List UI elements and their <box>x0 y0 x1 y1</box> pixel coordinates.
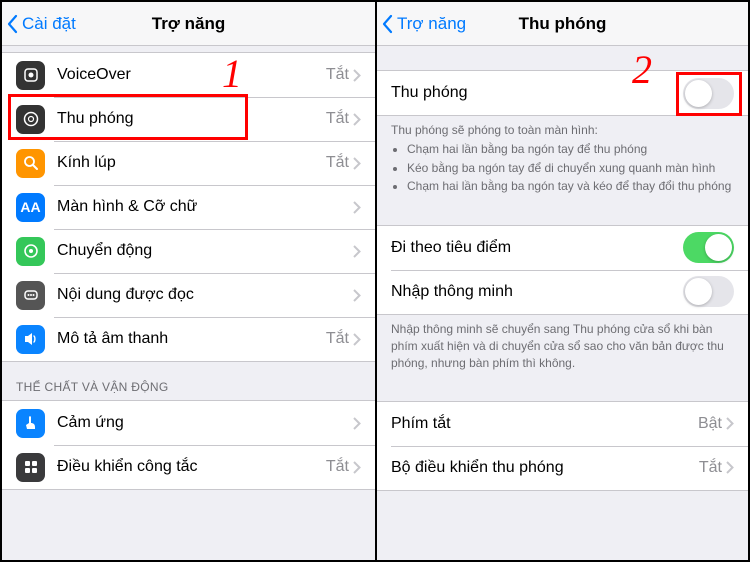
row-label: Chuyển động <box>57 242 353 260</box>
panel-zoom: Trợ năng Thu phóng Thu phóng Thu phóng s… <box>375 2 748 560</box>
row-label: Đi theo tiêu điểm <box>391 239 683 257</box>
back-label: Cài đặt <box>22 14 76 34</box>
section-footer: Thu phóng sẽ phóng to toàn màn hình: Chạ… <box>377 116 748 201</box>
row-label: Thu phóng <box>391 84 683 102</box>
row-label: Cảm ứng <box>57 414 353 432</box>
row-label: Điều khiển công tắc <box>57 458 326 476</box>
row-smart-typing[interactable]: Nhập thông minh <box>377 270 748 314</box>
footer-bullet: Chạm hai lần bằng ba ngón tay và kéo để … <box>407 178 734 195</box>
row-switch-control[interactable]: Điều khiển công tắc Tắt <box>2 445 375 489</box>
row-zoom-toggle[interactable]: Thu phóng <box>377 71 748 115</box>
magnifier-icon <box>16 149 45 178</box>
row-value: Tắt <box>699 459 722 477</box>
row-value: Tắt <box>326 110 349 128</box>
row-spoken-content[interactable]: Nội dung được đọc <box>2 273 375 317</box>
row-value: Tắt <box>326 154 349 172</box>
section-header: THỂ CHẤT VÀ VẬN ĐỘNG <box>2 362 375 400</box>
spoken-content-icon <box>16 281 45 310</box>
footer-bullet: Kéo bằng ba ngón tay để di chuyển xung q… <box>407 160 734 177</box>
row-zoom[interactable]: Thu phóng Tắt <box>2 97 375 141</box>
row-label: Kính lúp <box>57 154 326 172</box>
header: Trợ năng Thu phóng <box>377 2 748 46</box>
chevron-right-icon <box>353 289 361 302</box>
footer-head: Thu phóng sẽ phóng to toàn màn hình: <box>391 122 734 139</box>
row-label: Mô tả âm thanh <box>57 330 326 348</box>
voiceover-icon <box>16 61 45 90</box>
row-label: Bộ điều khiển thu phóng <box>391 459 699 477</box>
chevron-right-icon <box>353 417 361 430</box>
row-zoom-controller[interactable]: Bộ điều khiển thu phóng Tắt <box>377 446 748 490</box>
back-button[interactable]: Trợ năng <box>377 14 466 34</box>
chevron-right-icon <box>353 201 361 214</box>
row-magnifier[interactable]: Kính lúp Tắt <box>2 141 375 185</box>
row-value: Tắt <box>326 330 349 348</box>
motion-icon <box>16 237 45 266</box>
follow-focus-toggle[interactable] <box>683 232 734 263</box>
row-voiceover[interactable]: VoiceOver Tắt <box>2 53 375 97</box>
row-label: Thu phóng <box>57 110 326 128</box>
section-footer: Nhập thông minh sẽ chuyển sang Thu phóng… <box>377 315 748 377</box>
row-audio-desc[interactable]: Mô tả âm thanh Tắt <box>2 317 375 361</box>
smart-typing-toggle[interactable] <box>683 276 734 307</box>
row-label: Phím tắt <box>391 415 698 433</box>
back-label: Trợ năng <box>397 14 466 34</box>
chevron-right-icon <box>353 333 361 346</box>
chevron-right-icon <box>353 461 361 474</box>
chevron-right-icon <box>353 245 361 258</box>
row-follow-focus[interactable]: Đi theo tiêu điểm <box>377 226 748 270</box>
row-label: Màn hình & Cỡ chữ <box>57 198 353 216</box>
row-motion[interactable]: Chuyển động <box>2 229 375 273</box>
switch-control-icon <box>16 453 45 482</box>
display-text-icon: AA <box>16 193 45 222</box>
row-label: VoiceOver <box>57 66 326 84</box>
chevron-right-icon <box>353 157 361 170</box>
audio-desc-icon <box>16 325 45 354</box>
row-label: Nhập thông minh <box>391 283 683 301</box>
row-display-text[interactable]: AA Màn hình & Cỡ chữ <box>2 185 375 229</box>
row-value: Bật <box>698 415 722 433</box>
chevron-right-icon <box>353 113 361 126</box>
zoom-icon <box>16 105 45 134</box>
header: Cài đặt Trợ năng <box>2 2 375 46</box>
row-value: Tắt <box>326 458 349 476</box>
chevron-right-icon <box>726 417 734 430</box>
zoom-toggle[interactable] <box>683 78 734 109</box>
panel-accessibility: Cài đặt Trợ năng VoiceOver Tắt Thu phóng… <box>2 2 375 560</box>
touch-icon <box>16 409 45 438</box>
back-button[interactable]: Cài đặt <box>2 14 76 34</box>
chevron-right-icon <box>353 69 361 82</box>
footer-bullet: Chạm hai lần bằng ba ngón tay để thu phó… <box>407 141 734 158</box>
row-shortcut[interactable]: Phím tắt Bật <box>377 402 748 446</box>
row-label: Nội dung được đọc <box>57 286 353 304</box>
row-touch[interactable]: Cảm ứng <box>2 401 375 445</box>
row-value: Tắt <box>326 66 349 84</box>
chevron-right-icon <box>726 461 734 474</box>
